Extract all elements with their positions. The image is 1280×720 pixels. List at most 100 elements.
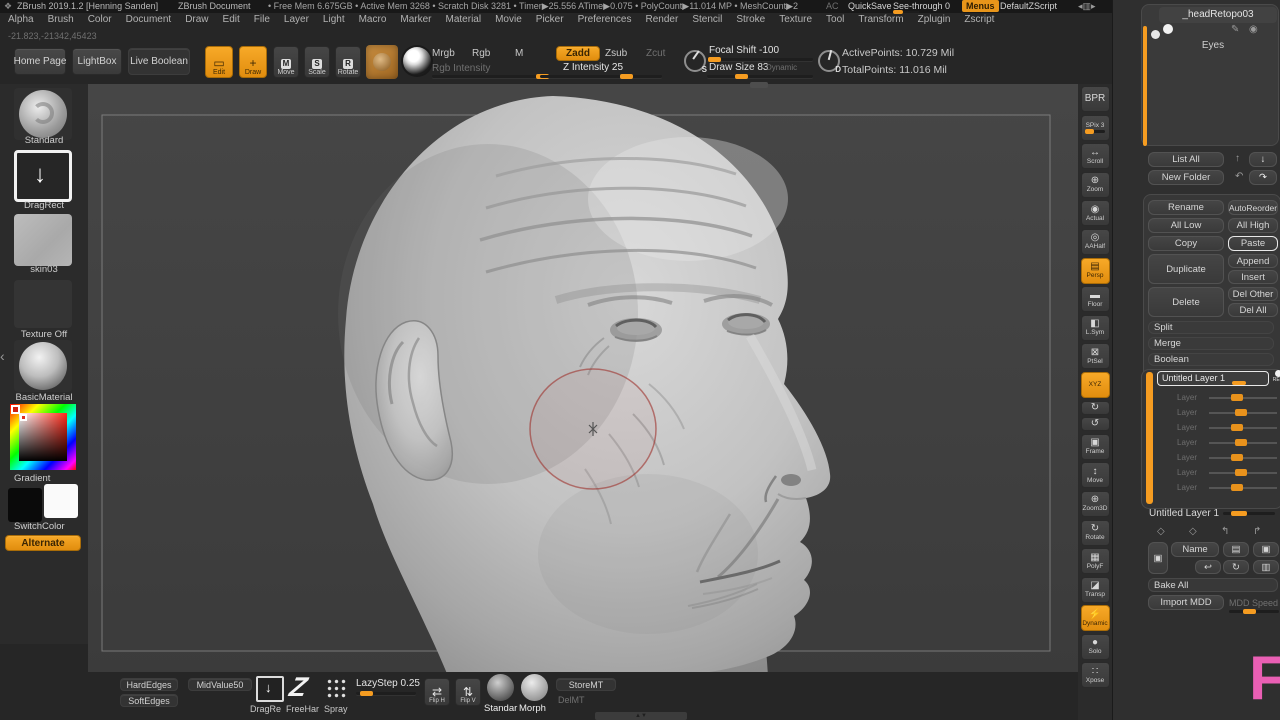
menu-zscript[interactable]: Zscript: [964, 14, 994, 25]
menu-stroke[interactable]: Stroke: [736, 14, 765, 25]
layer-rec-icon[interactable]: REC: [1271, 370, 1280, 383]
strip-persp[interactable]: ▤Persp: [1081, 258, 1110, 284]
rgb-toggle[interactable]: Rgb: [472, 48, 490, 59]
menu-color[interactable]: Color: [88, 14, 112, 25]
layer-row[interactable]: Layer: [1157, 465, 1280, 480]
stroke-thumbnail[interactable]: ↓: [14, 150, 72, 202]
duplicate-button[interactable]: Duplicate: [1148, 254, 1224, 284]
zadd-button[interactable]: Zadd: [556, 46, 600, 61]
layer-page-button[interactable]: ▥: [1253, 560, 1279, 574]
store-mt-button[interactable]: StoreMT: [556, 678, 616, 691]
append-button[interactable]: Append: [1228, 254, 1278, 268]
alpha-thumbnail[interactable]: [14, 214, 72, 266]
layer-mode-button[interactable]: ▣: [1148, 542, 1168, 574]
tray-collapse-arrow[interactable]: ‹: [0, 348, 5, 364]
flip-h-button[interactable]: ⇄ Flip H: [424, 678, 450, 706]
color-picker-cursor[interactable]: [20, 414, 27, 421]
subtool-item-eyes[interactable]: Eyes: [1183, 40, 1243, 51]
default-zscript-button[interactable]: DefaultZScript: [1000, 1, 1057, 11]
strip-rotate[interactable]: ↻Rotate: [1081, 520, 1110, 546]
subtool-scroll-indicator[interactable]: [1143, 26, 1147, 146]
menu-stencil[interactable]: Stencil: [692, 14, 722, 25]
focal-shift-slider[interactable]: [707, 58, 813, 61]
draw-size-slider[interactable]: [707, 75, 813, 78]
menu-file[interactable]: File: [254, 14, 270, 25]
layer-nav-icon-4[interactable]: ↱: [1253, 526, 1261, 537]
import-mdd-button[interactable]: Import MDD: [1148, 595, 1224, 610]
layer-nav-icon-3[interactable]: ↰: [1221, 526, 1229, 537]
del-other-button[interactable]: Del Other: [1228, 287, 1278, 301]
layer-refresh-button[interactable]: ↻: [1223, 560, 1249, 574]
menu-zplugin[interactable]: Zplugin: [918, 14, 951, 25]
menu-picker[interactable]: Picker: [536, 14, 564, 25]
rename-button[interactable]: Rename: [1148, 200, 1224, 215]
strip-xpose[interactable]: ∷Xpose: [1081, 662, 1110, 688]
layer-undo-button[interactable]: ↩: [1195, 560, 1221, 574]
all-high-button[interactable]: All High: [1228, 218, 1278, 233]
insert-button[interactable]: Insert: [1228, 270, 1278, 284]
menu-edit[interactable]: Edit: [223, 14, 240, 25]
auto-reorder-button[interactable]: AutoReorder: [1228, 200, 1278, 215]
canvas-divider-handle[interactable]: [750, 82, 768, 88]
layer-row[interactable]: Layer: [1157, 480, 1280, 495]
material-thumbnail[interactable]: [14, 340, 72, 392]
menu-texture[interactable]: Texture: [779, 14, 812, 25]
layer-row[interactable]: Layer: [1157, 420, 1280, 435]
zsub-button[interactable]: Zsub: [605, 48, 627, 59]
document-canvas[interactable]: [88, 84, 1078, 676]
layer-box-button[interactable]: ▣: [1253, 542, 1279, 557]
menu-tool[interactable]: Tool: [826, 14, 844, 25]
flip-v-button[interactable]: ⇅ Flip V: [455, 678, 481, 706]
layer-intensity-slider[interactable]: [1223, 512, 1275, 515]
redo-folder-button[interactable]: ↷: [1249, 170, 1277, 185]
menu-brush[interactable]: Brush: [48, 14, 74, 25]
texture-thumbnail[interactable]: [14, 280, 72, 328]
strip-y[interactable]: ↻: [1081, 401, 1110, 415]
strip-scroll[interactable]: ↔Scroll: [1081, 143, 1110, 169]
menu-layer[interactable]: Layer: [284, 14, 309, 25]
strip-actual[interactable]: ◉Actual: [1081, 200, 1110, 226]
z-intensity-label[interactable]: Z Intensity 25: [563, 62, 623, 73]
move-down-button[interactable]: ↓: [1249, 152, 1277, 167]
layer-name-button[interactable]: Name: [1171, 542, 1219, 557]
layer-nav-icon-2[interactable]: ◇: [1189, 526, 1197, 537]
layer-nav-icon-1[interactable]: ◇: [1157, 526, 1165, 537]
hard-edges-button[interactable]: HardEdges: [120, 678, 178, 691]
secondary-color-swatch[interactable]: [44, 484, 78, 518]
live-boolean-button[interactable]: Live Boolean: [128, 48, 190, 75]
morph-sphere[interactable]: [521, 674, 548, 701]
stroke-dial-icon[interactable]: S: [684, 50, 706, 72]
strip-transp[interactable]: ◪Transp: [1081, 577, 1110, 603]
menu-macro[interactable]: Macro: [359, 14, 387, 25]
menu-preferences[interactable]: Preferences: [578, 14, 632, 25]
alternate-button[interactable]: Alternate: [5, 535, 81, 551]
draw-size-label[interactable]: Draw Size 83: [709, 62, 768, 73]
menu-transform[interactable]: Transform: [858, 14, 903, 25]
list-all-button[interactable]: List All: [1148, 152, 1224, 167]
menu-light[interactable]: Light: [323, 14, 345, 25]
polypaint-brush-icon[interactable]: ✎: [1231, 24, 1239, 35]
selected-layer-row[interactable]: Untitled Layer 1: [1157, 371, 1269, 386]
layer-row[interactable]: Layer: [1157, 450, 1280, 465]
split-button[interactable]: Split: [1148, 321, 1274, 334]
merge-button[interactable]: Merge: [1148, 337, 1274, 350]
mdd-speed-slider[interactable]: [1229, 610, 1279, 613]
all-low-button[interactable]: All Low: [1148, 218, 1224, 233]
menus-button[interactable]: Menus: [962, 0, 999, 12]
focal-shift-label[interactable]: Focal Shift -100: [709, 45, 779, 56]
boolean-button[interactable]: Boolean: [1148, 353, 1274, 366]
strip-z[interactable]: ↺: [1081, 417, 1110, 431]
strip-l-sym[interactable]: ◧L.Sym: [1081, 315, 1110, 341]
main-color-swatch[interactable]: [8, 488, 42, 522]
sculpt-model[interactable]: [88, 84, 1078, 676]
tool-name-tab[interactable]: _headRetopo03: [1159, 7, 1277, 23]
strip-solo[interactable]: ●Solo: [1081, 634, 1110, 660]
strip-bpr[interactable]: BPR: [1081, 86, 1110, 112]
scale-button[interactable]: S Scale: [304, 46, 330, 78]
lazy-step-slider[interactable]: [356, 692, 416, 695]
layer-row[interactable]: Layer: [1157, 390, 1280, 405]
menu-alpha[interactable]: Alpha: [8, 14, 34, 25]
m-toggle[interactable]: M: [515, 48, 523, 59]
strip-move[interactable]: ↕Move: [1081, 462, 1110, 488]
density-dial-icon[interactable]: D: [818, 50, 840, 72]
